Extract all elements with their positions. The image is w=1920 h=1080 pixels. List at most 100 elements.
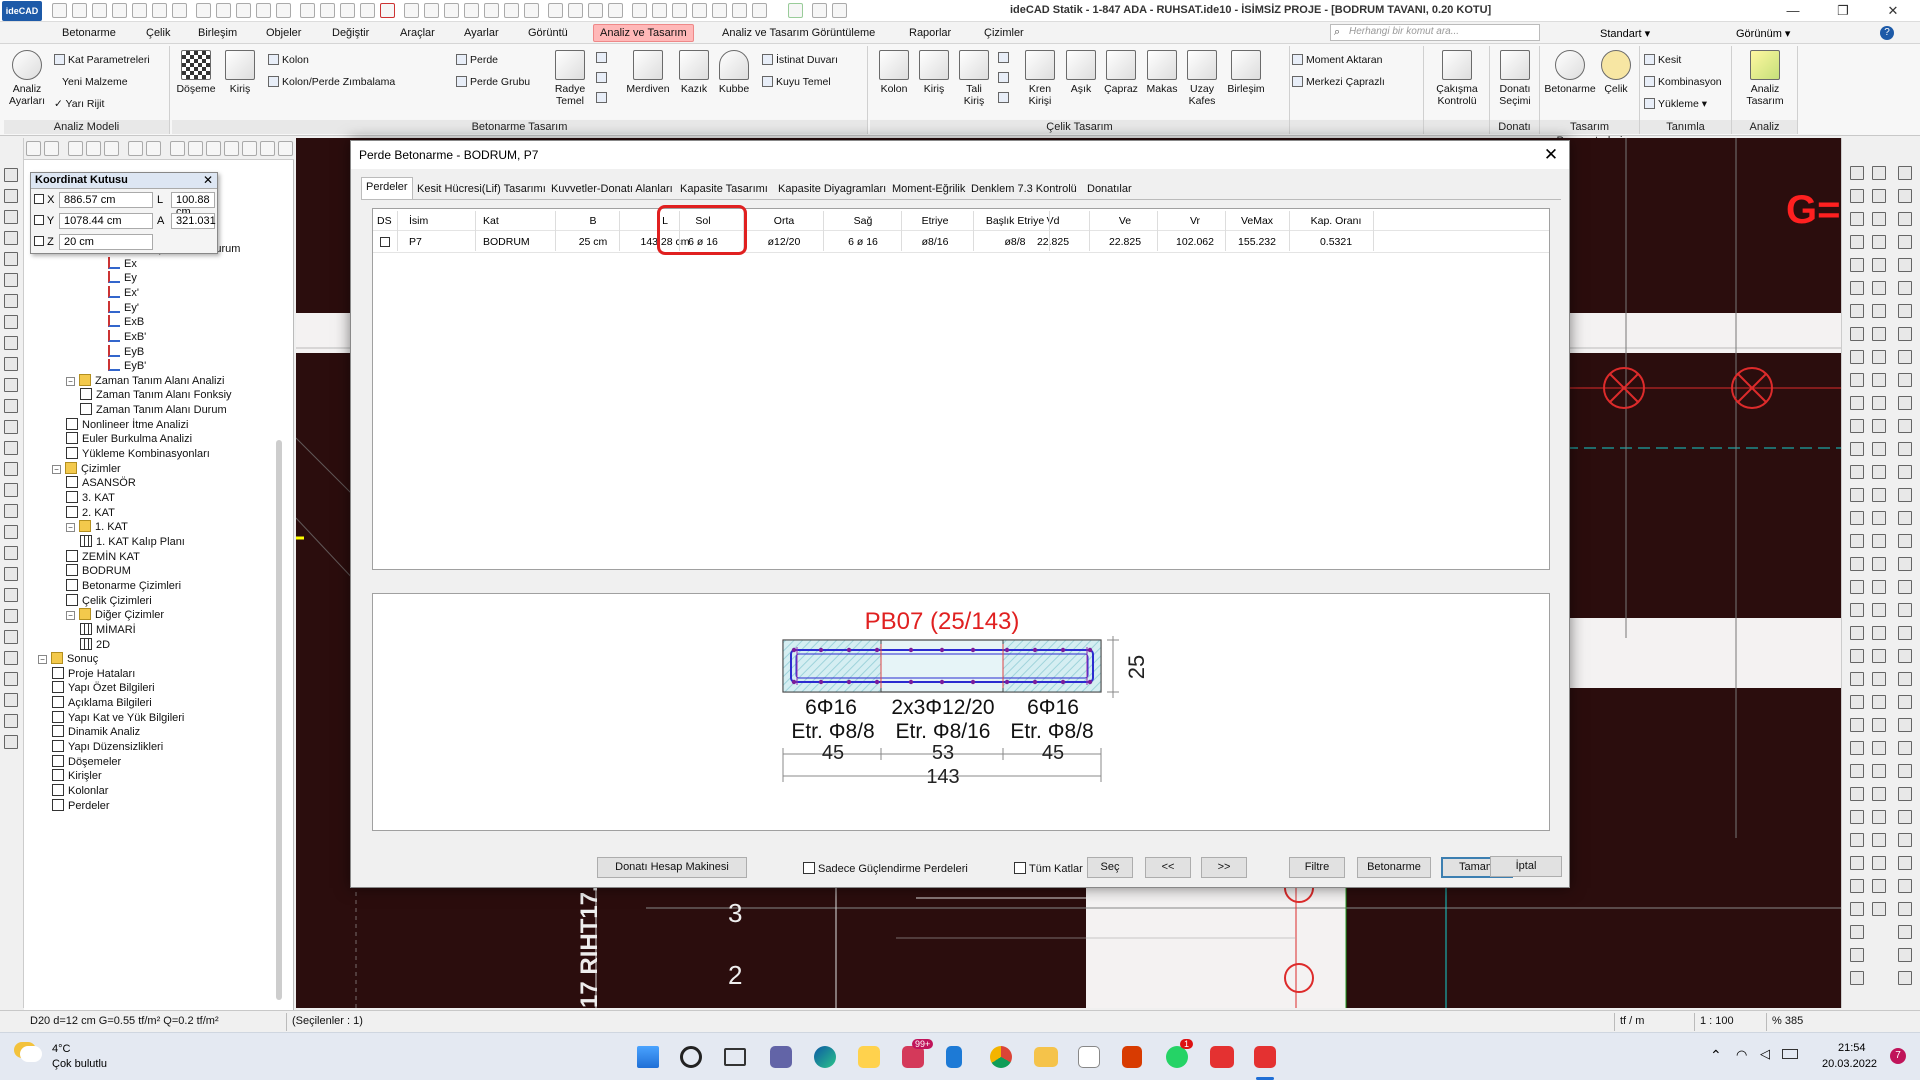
right-tool-icon[interactable] (1850, 902, 1864, 916)
toolbar-icon-22[interactable] (484, 3, 499, 18)
right-tool-icon[interactable] (1898, 810, 1912, 824)
collapse-icon[interactable]: − (66, 523, 75, 533)
tree-item[interactable]: Çelik Çizimleri (66, 593, 152, 607)
tree-item[interactable]: − Zaman Tanım Alanı Analizi (66, 373, 224, 387)
temel-icon-3[interactable] (596, 92, 610, 104)
tali-kiris-button[interactable]: Tali Kiriş (956, 50, 992, 107)
notification-badge[interactable]: 7 (1890, 1048, 1906, 1064)
tab-denklem[interactable]: Denklem 7.3 Kontrolü (967, 180, 1081, 199)
iptal-visible-button[interactable]: İptal (1490, 856, 1562, 877)
tree-item[interactable]: 2. KAT (66, 505, 115, 519)
sec-button[interactable]: Seç (1087, 857, 1133, 878)
right-tool-icon[interactable] (1898, 304, 1912, 318)
left-tool-icon[interactable] (4, 441, 18, 455)
tree-item[interactable]: − 1. KAT (66, 520, 128, 533)
right-tool-icon[interactable] (1872, 856, 1886, 870)
doseme-button[interactable]: Döşeme (176, 50, 216, 95)
right-tool-icon[interactable] (1872, 603, 1886, 617)
volume-icon[interactable]: ◁ (1760, 1046, 1770, 1062)
right-tool-icon[interactable] (1898, 856, 1912, 870)
menu-item-cizimler[interactable]: Çizimler (978, 25, 1030, 41)
left-tool-icon[interactable] (4, 462, 18, 476)
tum-katlar-checkbox[interactable]: Tüm Katlar (1014, 862, 1083, 875)
toolbar-icon-18[interactable] (404, 3, 419, 18)
kiris-button[interactable]: Kiriş (222, 50, 258, 95)
right-tool-icon[interactable] (1850, 350, 1864, 364)
right-tool-icon[interactable] (1898, 511, 1912, 525)
asik-button[interactable]: Aşık (1064, 50, 1098, 95)
l-field[interactable]: 100.88 cm (171, 192, 215, 218)
toolbar-icon-35[interactable] (752, 3, 767, 18)
menu-item-degistir[interactable]: Değiştir (326, 25, 375, 41)
right-tool-icon[interactable] (1898, 189, 1912, 203)
right-tool-icon[interactable] (1898, 833, 1912, 847)
right-tool-icon[interactable] (1850, 810, 1864, 824)
right-tool-icon[interactable] (1872, 235, 1886, 249)
right-tool-icon[interactable] (1898, 764, 1912, 778)
radye-temel-button[interactable]: Radye Temel (552, 50, 588, 107)
collapse-icon[interactable]: − (38, 655, 47, 665)
analiz-tasarim-button[interactable]: Analiz Tasarım (1736, 50, 1794, 107)
tree-item[interactable]: EyB (108, 344, 144, 358)
toolbar-icon-23[interactable] (504, 3, 519, 18)
right-tool-icon[interactable] (1850, 879, 1864, 893)
right-tool-icon[interactable] (1872, 304, 1886, 318)
right-tool-icon[interactable] (1872, 695, 1886, 709)
donati-secimi-button[interactable]: Donatı Seçimi (1494, 50, 1536, 107)
kazik-button[interactable]: Kazık (676, 50, 712, 95)
right-tool-icon[interactable] (1898, 373, 1912, 387)
menu-item-birlesim[interactable]: Birleşim (192, 25, 243, 41)
right-tool-icon[interactable] (1872, 557, 1886, 571)
right-tool-icon[interactable] (1872, 488, 1886, 502)
y-checkbox[interactable]: Y (34, 215, 54, 227)
left-tool-icon[interactable] (4, 336, 18, 350)
right-tool-icon[interactable] (1898, 672, 1912, 686)
view-select[interactable]: Görünüm ▾ (1736, 27, 1790, 40)
right-tool-icon[interactable] (1850, 718, 1864, 732)
yukleme-button[interactable]: Yükleme ▾ (1644, 98, 1707, 110)
kubbe-button[interactable]: Kubbe (716, 50, 752, 95)
maximize-button[interactable]: ❐ (1820, 0, 1866, 22)
tree-item[interactable]: 1. KAT Kalıp Planı (80, 534, 185, 548)
kren-kirisi-button[interactable]: Kren Kirişi (1020, 50, 1060, 107)
print-preview-icon[interactable] (260, 141, 275, 156)
teams-icon[interactable] (770, 1046, 792, 1068)
right-tool-icon[interactable] (1872, 511, 1886, 525)
toolbar-icon-9[interactable] (216, 3, 231, 18)
chevron-up-icon[interactable]: ⌃ (1710, 1047, 1722, 1064)
right-tool-icon[interactable] (1850, 833, 1864, 847)
home-icon[interactable] (52, 3, 67, 18)
toolbar-icon-31[interactable] (672, 3, 687, 18)
left-tool-icon[interactable] (4, 252, 18, 266)
office-icon[interactable] (1122, 1046, 1142, 1068)
move-icon[interactable] (170, 141, 185, 156)
kat-parametreleri-button[interactable]: Kat Parametreleri (54, 54, 150, 66)
toolbar-icon-16[interactable] (360, 3, 375, 18)
right-tool-icon[interactable] (1898, 350, 1912, 364)
merkezi-caprazli-button[interactable]: Merkezi Çaprazlı (1292, 76, 1385, 88)
tree-item[interactable]: Nonlineer İtme Analizi (66, 417, 188, 431)
tree-item[interactable]: Ex (108, 256, 137, 270)
right-tool-icon[interactable] (1850, 465, 1864, 479)
tree-item[interactable]: Perdeler (52, 798, 110, 812)
tree-item[interactable]: Zaman Tanım Alanı Durum (80, 403, 227, 416)
right-tool-icon[interactable] (1872, 442, 1886, 456)
toolbar-icon-34[interactable] (732, 3, 747, 18)
menu-item-ayarlar[interactable]: Ayarlar (458, 25, 505, 41)
tree-item[interactable]: Euler Burkulma Analizi (66, 432, 192, 445)
right-tool-icon[interactable] (1850, 396, 1864, 410)
toolbar-icon-27[interactable] (588, 3, 603, 18)
tab-moment-egrilik[interactable]: Moment-Eğrilik (888, 180, 969, 199)
weather-icon[interactable] (20, 1046, 42, 1062)
betonarme-button[interactable]: Betonarme (1357, 857, 1431, 878)
tree-item[interactable]: Yapı Kat ve Yük Bilgileri (52, 710, 184, 724)
betonarme-param-button[interactable]: Betonarme (1544, 50, 1596, 95)
right-tool-icon[interactable] (1898, 557, 1912, 571)
right-tool-icon[interactable] (1872, 787, 1886, 801)
right-tool-icon[interactable] (1898, 212, 1912, 226)
search-icon[interactable] (680, 1046, 702, 1068)
right-tool-icon[interactable] (1850, 419, 1864, 433)
text-icon[interactable] (128, 141, 143, 156)
temel-icon-2[interactable] (596, 72, 610, 84)
right-tool-icon[interactable] (1872, 396, 1886, 410)
